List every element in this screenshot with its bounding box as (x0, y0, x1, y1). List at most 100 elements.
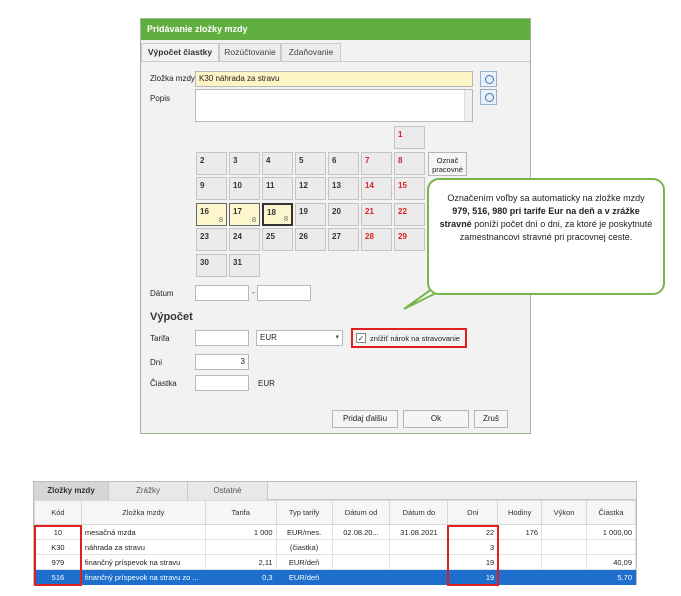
calendar-day[interactable]: 14 (361, 177, 392, 200)
cell-zlozka: náhrada za stravu (80, 539, 206, 555)
col-kod[interactable]: Kód (34, 500, 82, 525)
add-next-button[interactable]: Pridaj ďalšiu (332, 410, 398, 428)
zlozka-lookup-icon[interactable] (480, 71, 497, 87)
calendar-day[interactable]: 19 (295, 203, 326, 226)
table-row[interactable]: 979 finančný príspevok na stravu 2,11 EU… (34, 554, 636, 570)
col-datum-do[interactable]: Dátum do (389, 500, 449, 525)
calendar-day[interactable]: 20 (328, 203, 359, 226)
popis-field[interactable] (195, 89, 473, 122)
callout-text-2: poníži počet dní o dni, za ktoré je posk… (459, 219, 653, 242)
calendar-day-selected[interactable]: 18 8 (262, 203, 293, 226)
calendar-day[interactable]: 28 (361, 228, 392, 251)
cell-typ: EUR/mes. (275, 524, 333, 540)
calendar-day[interactable]: 21 (361, 203, 392, 226)
grid-tab-zlozky[interactable]: Zložky mzdy (34, 482, 109, 500)
calendar-day[interactable]: 10 (229, 177, 260, 200)
zlozka-field[interactable]: K30 náhrada za stravu (195, 71, 473, 87)
table-row-selected[interactable]: 516 finančný príspevok na stravu zo ... … (34, 569, 636, 585)
col-tarifa[interactable]: Tarifa (204, 500, 277, 525)
datum-from-field[interactable] (195, 285, 249, 301)
datum-separator: - (252, 288, 255, 297)
currency-select[interactable]: EUR ▾ (256, 330, 343, 346)
cell-tarifa: 0,3 (204, 569, 277, 585)
tab-vypocet-ciastky[interactable]: Výpočet čiastky (141, 43, 219, 62)
calendar-day[interactable]: 8 (394, 152, 425, 175)
cell-typ: (čiastka) (275, 539, 333, 555)
tarifa-field[interactable] (195, 330, 249, 346)
grid-header-row: Kód Zložka mzdy Tarifa Typ tarify Dátum … (34, 500, 636, 525)
cell-hodiny (497, 539, 543, 555)
calendar-day[interactable]: 12 (295, 177, 326, 200)
callout-text-1: Označením voľby sa automaticky na zložke… (447, 193, 645, 203)
tab-rozuctovanie[interactable]: Rozúčtovanie (219, 43, 281, 61)
calendar-day-selected[interactable]: 17 8 (229, 203, 260, 226)
popis-lookup-icon[interactable] (480, 89, 497, 105)
cell-zlozka: finančný príspevok na stravu zo ... (80, 569, 206, 585)
cell-zlozka: finančný príspevok na stravu (80, 554, 206, 570)
calendar-day[interactable]: 26 (295, 228, 326, 251)
cell-ciastka: 40,09 (586, 554, 636, 570)
cell-datum-do (389, 569, 449, 585)
calendar-day[interactable]: 30 (196, 254, 227, 277)
col-hodiny[interactable]: Hodiny (497, 500, 543, 525)
cell-vykon (541, 554, 587, 570)
calendar-day[interactable]: 15 (394, 177, 425, 200)
calendar-day[interactable]: 27 (328, 228, 359, 251)
calendar-day[interactable]: 25 (262, 228, 293, 251)
cell-ciastka: 1 000,00 (586, 524, 636, 540)
ciastka-unit: EUR (258, 379, 275, 388)
calendar-day[interactable]: 6 (328, 152, 359, 175)
calendar-day[interactable]: 24 (229, 228, 260, 251)
table-row[interactable]: K30 náhrada za stravu (čiastka) 3 (34, 539, 636, 555)
calendar-day[interactable]: 3 (229, 152, 260, 175)
reduce-meal-checkbox[interactable]: ✓ (356, 333, 366, 343)
calendar-day[interactable]: 2 (196, 152, 227, 175)
popis-label: Popis (150, 94, 171, 103)
calendar-day[interactable]: 5 (295, 152, 326, 175)
grid-table: Kód Zložka mzdy Tarifa Typ tarify Dátum … (34, 500, 636, 585)
popis-scrollbar[interactable] (464, 90, 472, 121)
dni-field[interactable]: 3 (195, 354, 249, 370)
cell-datum-od (331, 539, 391, 555)
datum-label: Dátum (150, 289, 174, 298)
col-vykon[interactable]: Výkon (541, 500, 587, 525)
kod-column-highlight (34, 525, 82, 586)
col-ciastka[interactable]: Čiastka (586, 500, 636, 525)
calendar-day[interactable]: 7 (361, 152, 392, 175)
tab-zdanovanie[interactable]: Zdaňovanie (281, 43, 341, 61)
calendar-day[interactable]: 1 (394, 126, 425, 149)
ok-button[interactable]: Ok (403, 410, 469, 428)
col-zlozka[interactable]: Zložka mzdy (80, 500, 206, 525)
dni-label: Dni (150, 358, 163, 367)
cell-hodiny (497, 569, 543, 585)
table-row[interactable]: 10 mesačná mzda 1 000 EUR/mes. 02.08.20.… (34, 524, 636, 540)
chevron-down-icon: ▾ (335, 334, 339, 341)
grid-tab-zrazky[interactable]: Zrážky (109, 482, 188, 500)
datum-to-field[interactable] (257, 285, 311, 301)
cell-hodiny: 176 (497, 524, 543, 540)
cell-ciastka (586, 539, 636, 555)
col-datum-od[interactable]: Dátum od (331, 500, 391, 525)
cell-hodiny (497, 554, 543, 570)
calendar-day-selected[interactable]: 16 8 (196, 203, 227, 226)
calendar-day[interactable]: 13 (328, 177, 359, 200)
calendar-day[interactable]: 31 (229, 254, 260, 277)
wage-components-grid: Zložky mzdy Zrážky Ostatné Kód Zložka mz… (33, 481, 637, 586)
cell-tarifa: 1 000 (204, 524, 277, 540)
calendar-day[interactable]: 22 (394, 203, 425, 226)
col-dni[interactable]: Dni (447, 500, 499, 525)
checkbox-highlight: ✓ znížiť nárok na stravovanie (351, 328, 467, 348)
calendar-day[interactable]: 4 (262, 152, 293, 175)
cell-ciastka: 5,70 (586, 569, 636, 585)
ciastka-field[interactable] (195, 375, 249, 391)
oznac-pracovne-button[interactable]: Označ pracovné (428, 152, 467, 176)
calendar-day[interactable]: 29 (394, 228, 425, 251)
calendar-day[interactable]: 23 (196, 228, 227, 251)
grid-tab-ostatne[interactable]: Ostatné (188, 482, 268, 500)
col-typ[interactable]: Typ tarify (275, 500, 333, 525)
cell-typ: EUR/deň (275, 554, 333, 570)
cancel-button[interactable]: Zruš (474, 410, 508, 428)
cell-tarifa: 2,11 (204, 554, 277, 570)
calendar-day[interactable]: 11 (262, 177, 293, 200)
calendar-day[interactable]: 9 (196, 177, 227, 200)
